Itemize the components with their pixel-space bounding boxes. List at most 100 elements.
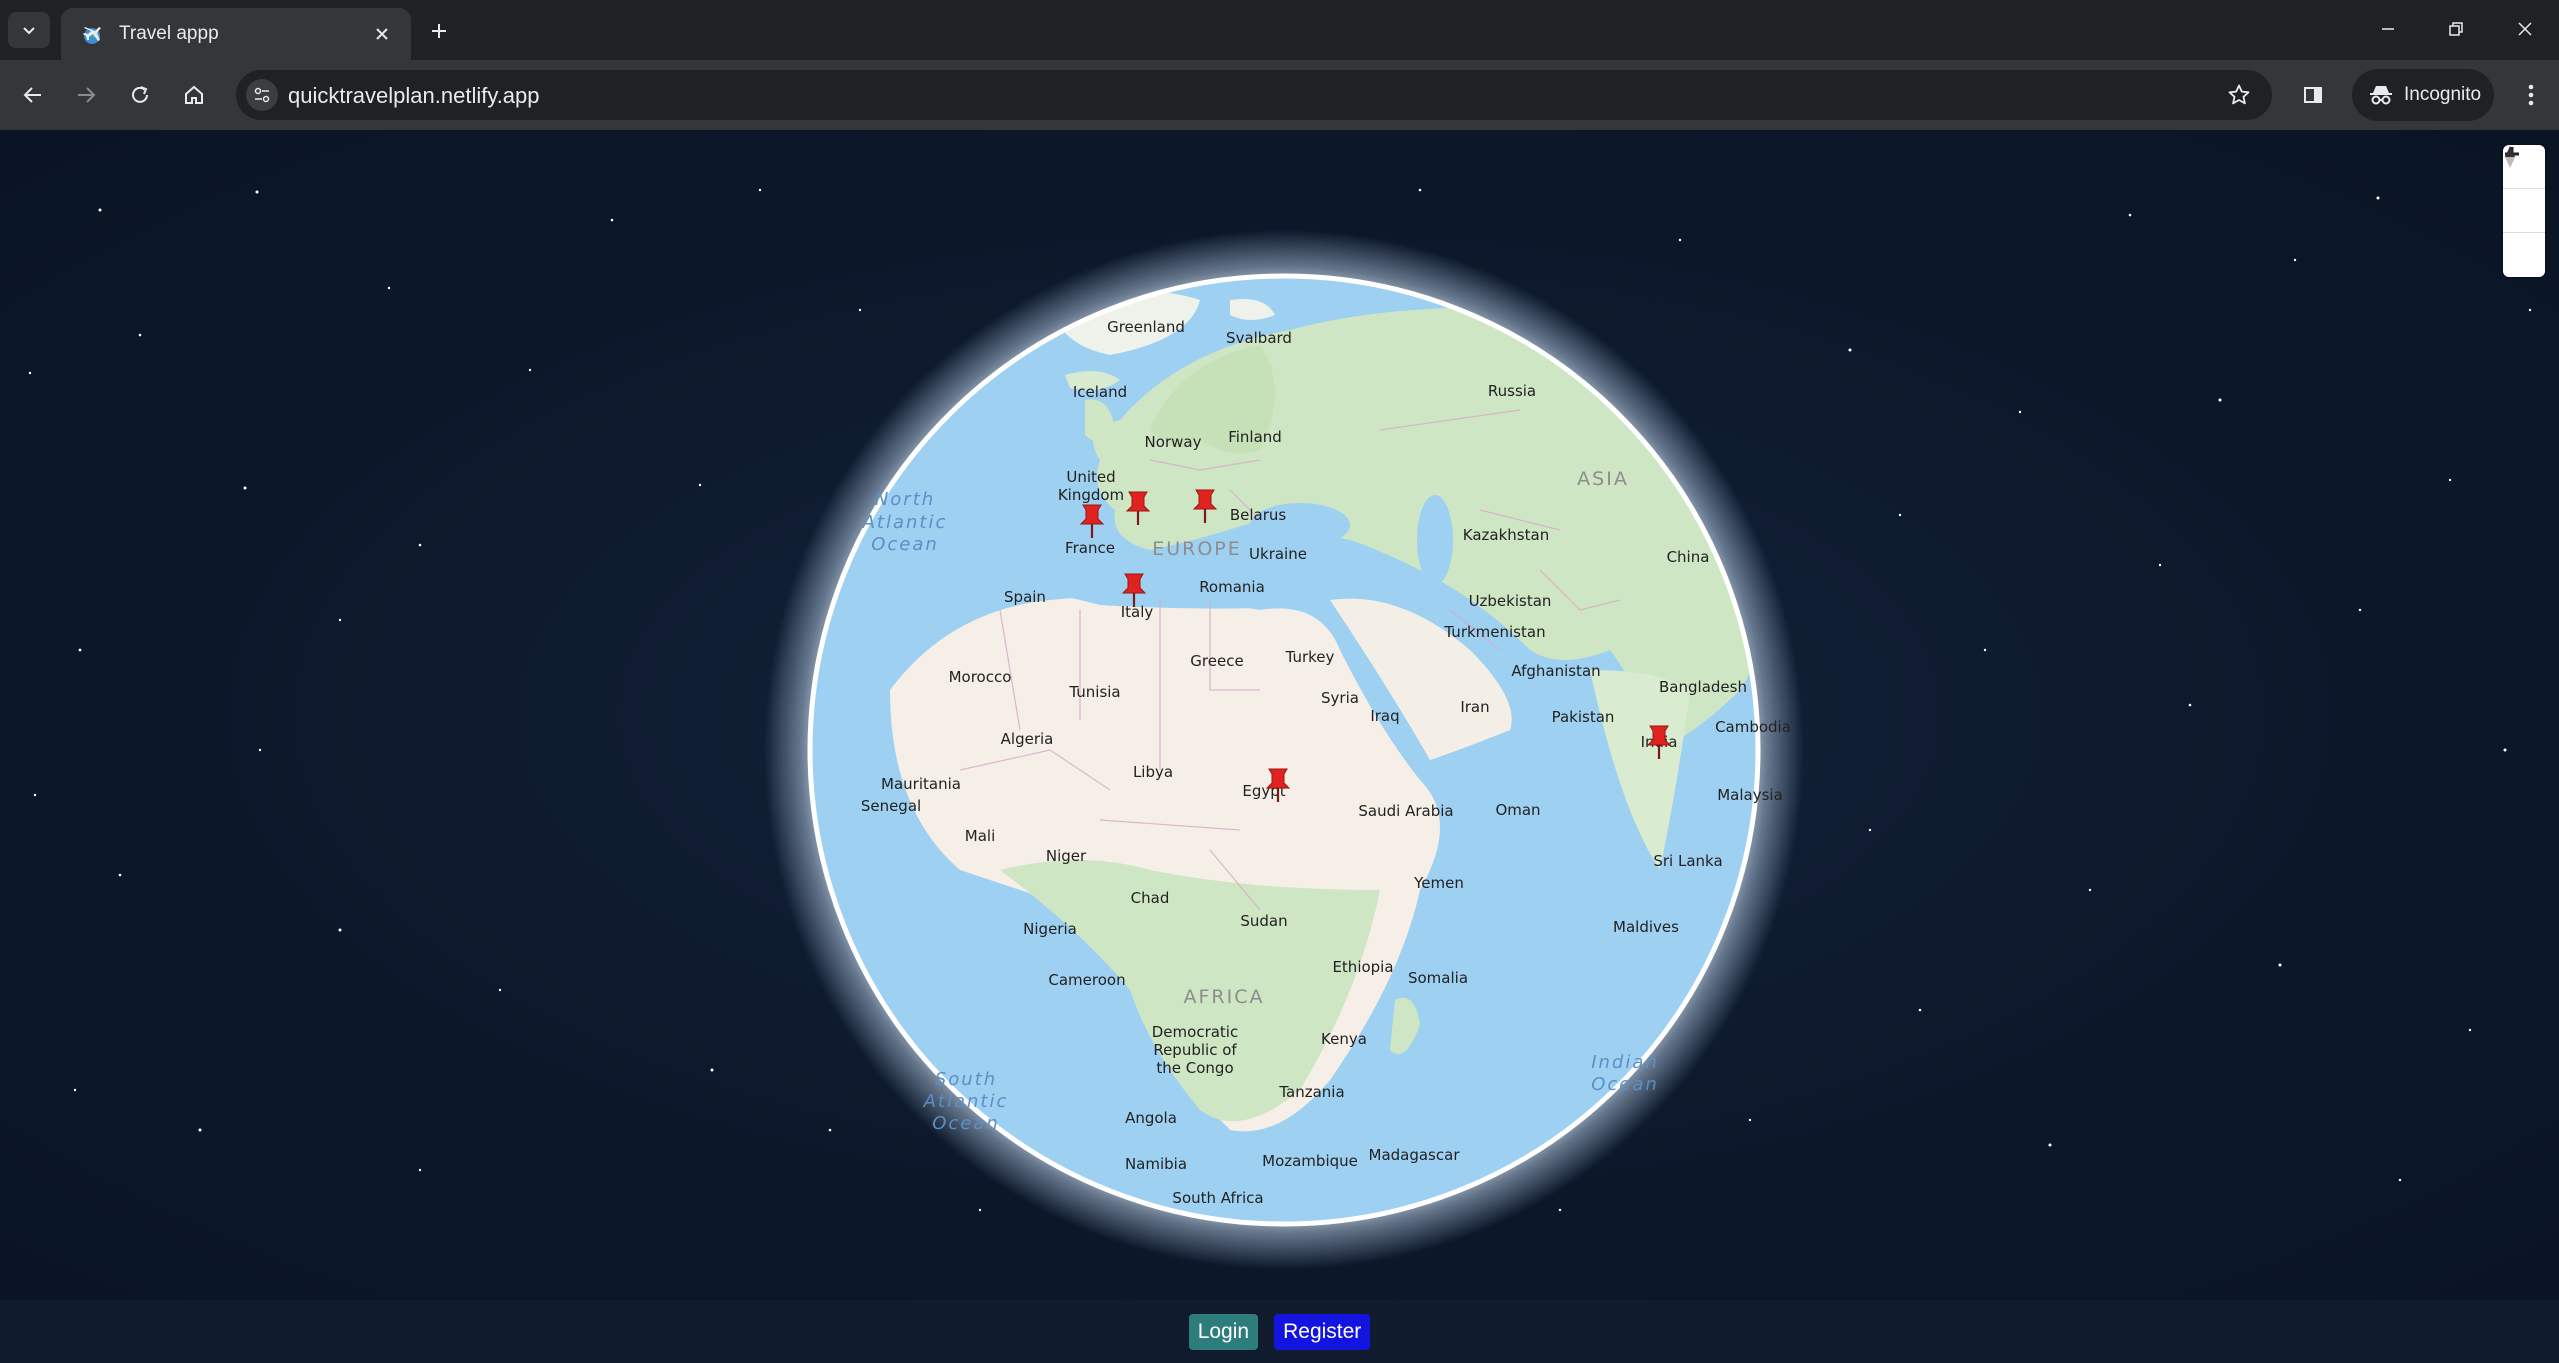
country-label: South Africa: [1172, 1189, 1263, 1207]
country-label: Libya: [1133, 763, 1173, 781]
ocean-label: Atlantic: [862, 512, 948, 533]
new-tab-button[interactable]: [422, 14, 456, 48]
country-label: Norway: [1145, 433, 1202, 451]
country-label: Madagascar: [1369, 1146, 1461, 1164]
country-label: China: [1667, 548, 1710, 566]
browser-menu-button[interactable]: [2510, 74, 2552, 116]
page-viewport: North Atlantic Ocean South Atlantic Ocea…: [0, 130, 2559, 1363]
country-label: Chad: [1131, 889, 1170, 907]
zoom-out-button[interactable]: [2503, 152, 2545, 233]
register-button[interactable]: Register: [1274, 1313, 1371, 1350]
incognito-icon: [2370, 86, 2392, 105]
ocean-label: Atlantic: [923, 1091, 1009, 1112]
country-label: Namibia: [1125, 1155, 1187, 1173]
compass-reset-bearing-button[interactable]: [2503, 146, 2545, 276]
airplane-globe-favicon-icon: [79, 21, 105, 47]
minimize-icon: [2382, 28, 2394, 30]
country-label: Kenya: [1321, 1030, 1367, 1048]
star-icon: [2228, 84, 2250, 105]
close-window-button[interactable]: [2502, 8, 2548, 50]
country-label: Iran: [1460, 698, 1489, 716]
restore-window-button[interactable]: [2433, 8, 2479, 50]
country-label: Saudi Arabia: [1358, 802, 1453, 820]
ocean-label: North: [875, 489, 935, 510]
login-button[interactable]: Login: [1188, 1313, 1259, 1350]
browser-toolbar: quicktravelplan.netlify.app Incognito: [0, 60, 2559, 130]
country-label: Senegal: [861, 797, 921, 815]
country-label: Niger: [1046, 847, 1087, 865]
site-info-button[interactable]: [246, 79, 278, 111]
chevron-down-icon: [23, 27, 35, 35]
map-canvas[interactable]: North Atlantic Ocean South Atlantic Ocea…: [0, 130, 2559, 1300]
country-label: Cameroon: [1048, 971, 1125, 989]
plus-icon: [432, 24, 446, 38]
country-label: Oman: [1495, 801, 1540, 819]
country-label: Russia: [1488, 382, 1536, 400]
ocean-label: Ocean: [871, 534, 939, 555]
country-label: Greenland: [1107, 318, 1185, 336]
region-label: AFRICA: [1184, 986, 1265, 1008]
back-button[interactable]: [12, 74, 54, 116]
minimize-window-button[interactable]: [2365, 8, 2411, 50]
country-label: Angola: [1125, 1109, 1177, 1127]
side-panel-button[interactable]: [2292, 74, 2334, 116]
country-label: Yemen: [1413, 874, 1464, 892]
reload-button[interactable]: [119, 74, 161, 116]
tune-icon: [254, 87, 270, 103]
country-label: Somalia: [1408, 969, 1468, 987]
country-label: Tunisia: [1068, 683, 1120, 701]
region-label: EUROPE: [1152, 538, 1242, 560]
tab-search-button[interactable]: [8, 12, 50, 48]
country-label: Belarus: [1230, 506, 1287, 524]
country-label: Bangladesh: [1659, 678, 1747, 696]
country-label: Spain: [1004, 588, 1046, 606]
country-label: Maldives: [1613, 918, 1679, 936]
incognito-indicator[interactable]: Incognito: [2352, 69, 2494, 121]
country-label: Ukraine: [1249, 545, 1307, 563]
country-label: Republic of: [1153, 1041, 1237, 1059]
navigation-control: [2503, 145, 2545, 277]
browser-tab-active[interactable]: Travel appp: [61, 8, 411, 60]
close-tab-icon[interactable]: [367, 19, 397, 49]
country-label: Sudan: [1240, 912, 1287, 930]
country-label: Romania: [1199, 578, 1265, 596]
country-label: Iraq: [1370, 707, 1399, 725]
country-label: Turkey: [1285, 648, 1335, 666]
country-label: Iceland: [1073, 383, 1127, 401]
auth-footer: Login Register: [0, 1300, 2559, 1363]
tab-strip: Travel appp: [0, 0, 2559, 60]
country-label: Ethiopia: [1332, 958, 1393, 976]
restore-icon: [2449, 22, 2463, 36]
country-label: Turkmenistan: [1443, 623, 1545, 641]
ocean-label: Indian: [1591, 1052, 1659, 1073]
country-label: Sri Lanka: [1653, 852, 1722, 870]
arrow-right-icon: [78, 87, 96, 103]
ocean-label: Ocean: [1591, 1074, 1659, 1095]
close-icon: [2518, 22, 2532, 36]
home-icon: [185, 85, 203, 104]
country-label: Kingdom: [1058, 486, 1124, 504]
country-label: Cambodia: [1715, 718, 1791, 736]
country-label: Italy: [1121, 603, 1154, 621]
bookmark-star-button[interactable]: [2224, 80, 2254, 110]
reload-icon: [132, 86, 148, 103]
country-label: Syria: [1321, 689, 1359, 707]
more-vert-icon: [2528, 84, 2534, 106]
home-button[interactable]: [173, 74, 215, 116]
compass-icon: [2505, 146, 2515, 168]
country-label: Morocco: [949, 668, 1012, 686]
country-label: the Congo: [1156, 1059, 1233, 1077]
country-label: Malaysia: [1717, 786, 1783, 804]
globe-map[interactable]: North Atlantic Ocean South Atlantic Ocea…: [0, 130, 2559, 1300]
country-label: Tanzania: [1278, 1083, 1344, 1101]
country-label: Finland: [1228, 428, 1282, 446]
country-label: Nigeria: [1023, 920, 1077, 938]
country-label: Mali: [965, 827, 995, 845]
country-label: Mozambique: [1262, 1152, 1358, 1170]
country-label: Mauritania: [881, 775, 961, 793]
address-bar[interactable]: quicktravelplan.netlify.app: [236, 70, 2272, 120]
url-text[interactable]: quicktravelplan.netlify.app: [288, 83, 540, 109]
country-label: Greece: [1190, 652, 1243, 670]
forward-button[interactable]: [65, 74, 107, 116]
country-label: Algeria: [1001, 730, 1054, 748]
